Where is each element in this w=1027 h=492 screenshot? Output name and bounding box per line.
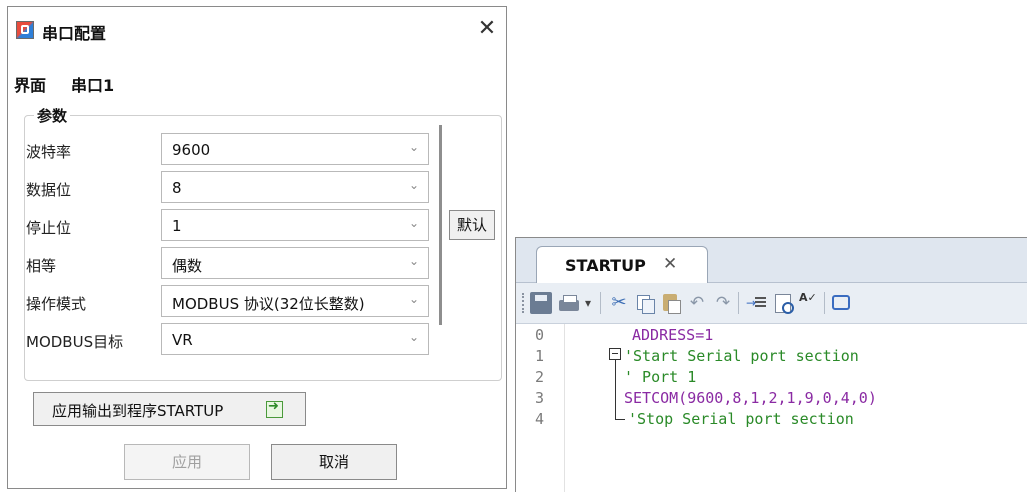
interface-label: 界面 bbox=[14, 76, 47, 95]
line-number: 0 bbox=[535, 326, 545, 344]
line-number: 4 bbox=[535, 410, 545, 428]
code-line: 'Stop Serial port section bbox=[628, 410, 854, 428]
tab-startup[interactable]: STARTUP ✕ bbox=[536, 246, 708, 283]
toolbar-separator bbox=[600, 292, 601, 314]
line-number: 3 bbox=[535, 389, 545, 407]
editor-toolbar: ▾ ✂ ↶ ↷ → A✓ bbox=[516, 283, 1027, 324]
line-number: 2 bbox=[535, 368, 545, 386]
dialog-title: 串口配置 bbox=[42, 24, 107, 43]
copy-icon[interactable] bbox=[634, 292, 656, 314]
fold-guide bbox=[615, 360, 616, 420]
data-bits-value: 8 bbox=[172, 179, 182, 197]
save-icon[interactable] bbox=[530, 292, 552, 314]
parameters-group-title: 参数 bbox=[34, 105, 71, 126]
operation-mode-label: 操作模式 bbox=[26, 295, 87, 313]
dialog-titlebar: 串口配置 ✕ bbox=[8, 7, 506, 51]
modbus-target-value: VR bbox=[172, 331, 193, 349]
parity-label: 相等 bbox=[26, 257, 57, 275]
apply-output-label: 应用输出到程序STARTUP bbox=[52, 402, 224, 420]
code-area[interactable]: 0 1 2 3 4 ADDRESS=1 'Start Serial port s… bbox=[516, 324, 1027, 492]
chevron-down-icon: ⌄ bbox=[408, 330, 419, 344]
chevron-down-icon: ⌄ bbox=[408, 254, 419, 268]
code-line: ADDRESS=1 bbox=[632, 326, 714, 344]
cancel-button[interactable]: 取消 bbox=[271, 444, 397, 480]
baud-rate-value: 9600 bbox=[172, 141, 211, 159]
parity-select[interactable]: 偶数 ⌄ bbox=[161, 247, 429, 279]
scrollbar[interactable] bbox=[439, 125, 442, 325]
chevron-down-icon: ⌄ bbox=[408, 292, 419, 306]
interface-value: 串口1 bbox=[71, 76, 115, 95]
chevron-down-icon: ⌄ bbox=[408, 140, 419, 154]
toolbar-grip[interactable] bbox=[522, 293, 526, 313]
paste-icon[interactable] bbox=[660, 292, 682, 314]
operation-mode-select[interactable]: MODBUS 协议(32位长整数) ⌄ bbox=[161, 285, 429, 317]
baud-rate-label: 波特率 bbox=[26, 143, 72, 161]
code-editor: STARTUP ✕ ▾ ✂ ↶ ↷ → A✓ 0 1 2 3 4 ADDRESS… bbox=[515, 237, 1027, 492]
fold-guide-end bbox=[615, 419, 625, 420]
parity-value: 偶数 bbox=[172, 257, 203, 275]
stop-bits-select[interactable]: 1 ⌄ bbox=[161, 209, 429, 241]
undo-icon[interactable]: ↶ bbox=[686, 292, 708, 314]
spellcheck-icon[interactable]: A✓ bbox=[799, 292, 821, 314]
close-icon[interactable]: ✕ bbox=[474, 16, 500, 42]
modbus-target-select[interactable]: VR ⌄ bbox=[161, 323, 429, 355]
toolbar-separator bbox=[738, 292, 739, 314]
code-line: 'Start Serial port section bbox=[624, 347, 859, 365]
redo-icon[interactable]: ↷ bbox=[712, 292, 734, 314]
gutter-line bbox=[564, 324, 565, 492]
app-icon bbox=[16, 21, 34, 39]
print-icon[interactable] bbox=[558, 292, 580, 314]
operation-mode-value: MODBUS 协议(32位长整数) bbox=[172, 295, 365, 313]
code-line: SETCOM(9600,8,1,2,1,9,0,4,0) bbox=[624, 389, 877, 407]
chevron-down-icon: ⌄ bbox=[408, 178, 419, 192]
find-icon[interactable] bbox=[772, 292, 794, 314]
stop-bits-label: 停止位 bbox=[26, 219, 72, 237]
cut-icon[interactable]: ✂ bbox=[608, 292, 630, 314]
editor-tabstrip: STARTUP ✕ bbox=[516, 238, 1027, 283]
export-icon bbox=[266, 399, 283, 418]
code-line: ' Port 1 bbox=[624, 368, 697, 386]
apply-button[interactable]: 应用 bbox=[124, 444, 250, 480]
apply-output-to-startup-button[interactable]: 应用输出到程序STARTUP bbox=[33, 392, 306, 426]
serial-config-dialog: 串口配置 ✕ 界面 串口1 参数 波特率 9600 ⌄ 数据位 8 ⌄ 停止位 … bbox=[7, 6, 507, 489]
default-button[interactable]: 默认 bbox=[449, 210, 495, 240]
modbus-target-label: MODBUS目标 bbox=[26, 333, 124, 351]
collapse-icon[interactable] bbox=[609, 348, 621, 360]
chevron-down-icon: ⌄ bbox=[408, 216, 419, 230]
toolbar-separator bbox=[824, 292, 825, 314]
baud-rate-select[interactable]: 9600 ⌄ bbox=[161, 133, 429, 165]
close-icon[interactable]: ✕ bbox=[663, 254, 677, 274]
indent-icon[interactable]: → bbox=[746, 292, 768, 314]
box-icon[interactable] bbox=[830, 292, 852, 314]
tab-label: STARTUP bbox=[565, 256, 646, 275]
data-bits-label: 数据位 bbox=[26, 181, 72, 199]
stop-bits-value: 1 bbox=[172, 217, 182, 235]
chevron-down-icon[interactable]: ▾ bbox=[582, 292, 594, 314]
line-number: 1 bbox=[535, 347, 545, 365]
data-bits-select[interactable]: 8 ⌄ bbox=[161, 171, 429, 203]
